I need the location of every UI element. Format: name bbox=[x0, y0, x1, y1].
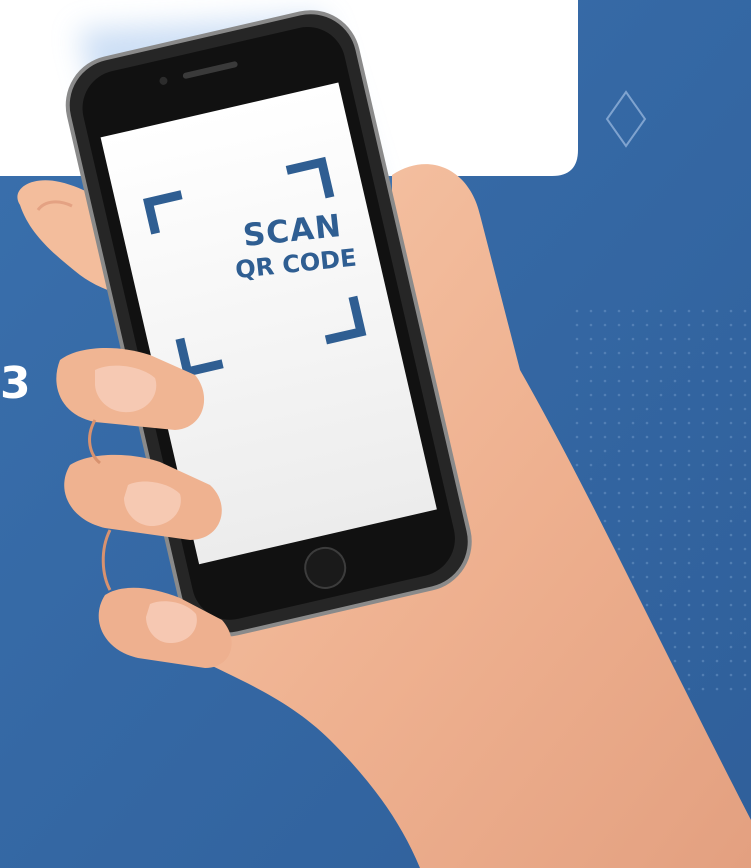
page: { "colors": { "background_blue": "#3468a… bbox=[0, 0, 751, 868]
phone bbox=[65, 10, 472, 637]
hand-holding-phone bbox=[17, 10, 751, 868]
step-number: 3 bbox=[0, 358, 31, 409]
